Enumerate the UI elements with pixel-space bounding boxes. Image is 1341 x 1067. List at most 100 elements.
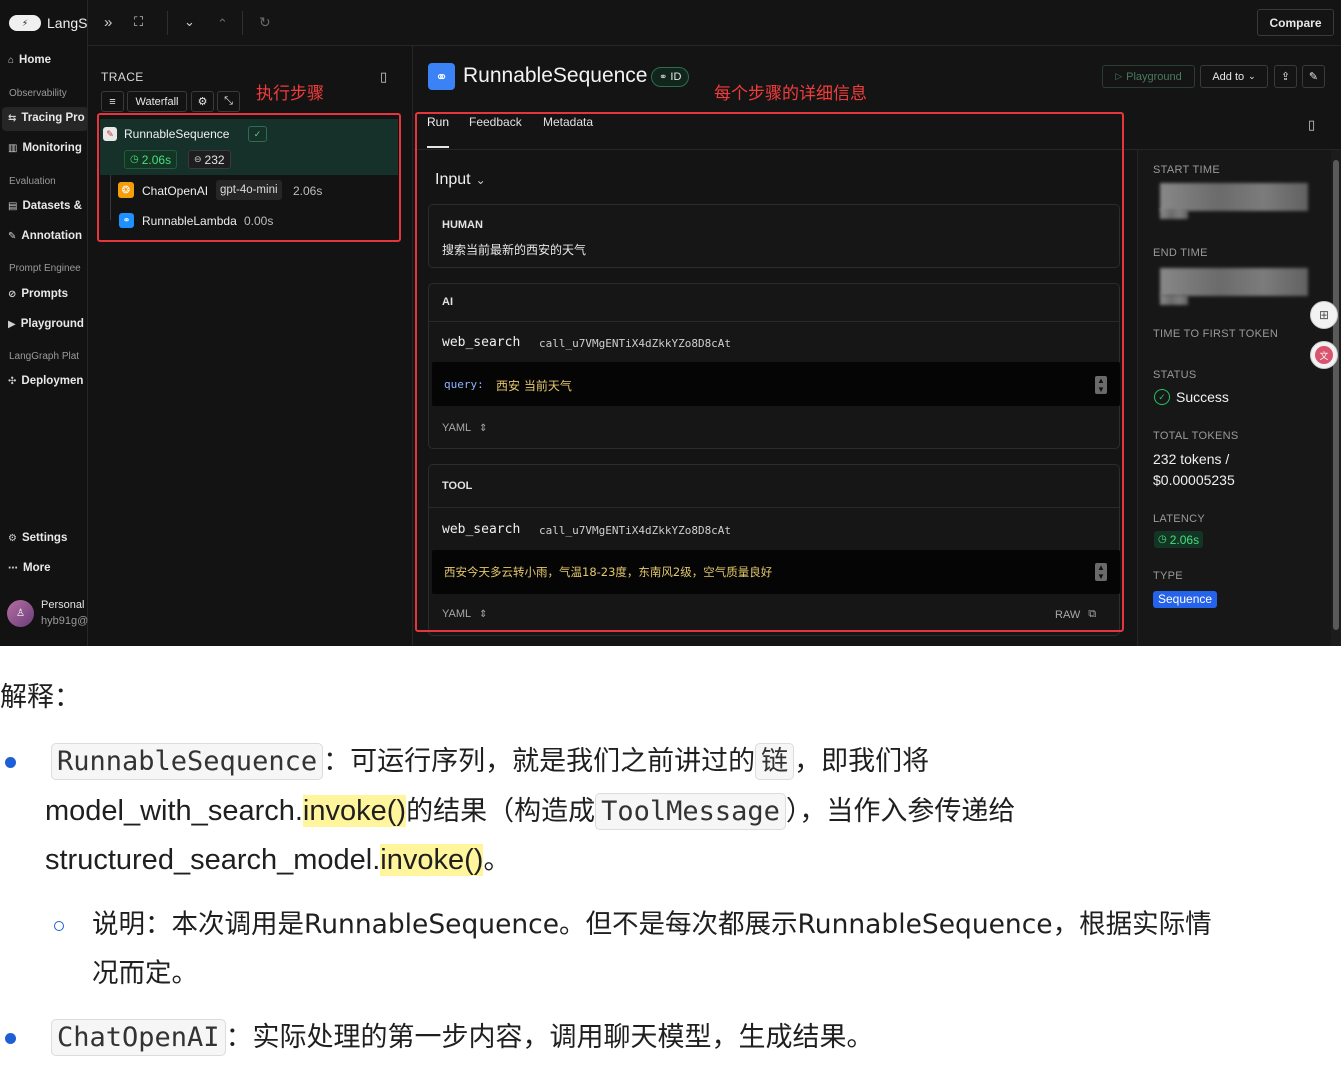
sidebar-item-label: Prompts — [21, 288, 69, 300]
add-to-button[interactable]: Add to ⌄ — [1200, 65, 1268, 88]
waterfall-button[interactable]: Waterfall — [127, 91, 187, 112]
sub-bullet-circle — [54, 921, 64, 931]
inline-code: RunnableSequence — [51, 743, 324, 780]
toggle-panel-icon[interactable]: ▯ — [1308, 117, 1315, 133]
run-type-icon: ⚭ — [428, 63, 455, 90]
sidebar-section-prompt-engineering: Prompt Enginee — [9, 263, 81, 274]
chevron-down-icon: ⌄ — [1248, 71, 1256, 81]
sidebar-item-tracing[interactable]: ⇆ Tracing Pro — [8, 112, 88, 124]
ttft-label: TIME TO FIRST TOKEN — [1153, 328, 1279, 340]
end-time-value-redacted — [1160, 268, 1308, 296]
brand-name: LangS — [47, 15, 88, 31]
bullet-2-line-1: ChatOpenAI ：实际处理的第一步内容，调用聊天模型，生成结果。 — [51, 1019, 874, 1056]
floating-translate-button[interactable]: 文 — [1310, 341, 1338, 369]
more-icon: ⋯ — [8, 562, 18, 574]
annotation-box-steps — [97, 113, 401, 242]
type-label: TYPE — [1153, 570, 1183, 582]
sidebar-item-label: Playground — [20, 318, 84, 330]
logo-mark-icon: ⚡ — [21, 17, 29, 28]
refresh-icon[interactable]: ↻ — [259, 14, 271, 31]
monitoring-icon: ▥ — [8, 142, 18, 154]
sidebar-section-langgraph: LangGraph Plat — [9, 351, 80, 362]
collapse-panel-icon[interactable]: ▯ — [380, 69, 387, 85]
filter-button[interactable]: ≡ — [101, 91, 124, 112]
id-button[interactable]: ⚭ ID — [651, 67, 690, 87]
end-time-value-redacted-2 — [1160, 295, 1188, 305]
toolbar-divider — [242, 11, 243, 35]
start-time-value-redacted-2 — [1160, 209, 1188, 219]
sidebar-item-label: More — [23, 562, 51, 574]
sidebar-item-playground[interactable]: ▶ Playground — [8, 318, 88, 330]
prompts-icon: ⊘ — [8, 288, 17, 300]
bullet-1-line-3: structured_search_model.invoke()。 — [45, 844, 511, 876]
avatar[interactable]: ♙ — [7, 600, 34, 627]
translate-icon: 文 — [1315, 346, 1333, 364]
sidebar-item-deployments[interactable]: ✣ Deploymen — [8, 375, 88, 387]
end-time-label: END TIME — [1153, 247, 1208, 259]
latency-meta-badge: ◷ 2.06s — [1154, 531, 1204, 548]
run-title: RunnableSequence — [463, 64, 648, 87]
settings-button[interactable]: ⚙ — [191, 91, 214, 112]
sub-bullet-line-1: 说明：本次调用是RunnableSequence。但不是每次都展示Runnabl… — [92, 909, 1212, 940]
deployments-icon: ✣ — [8, 375, 17, 387]
chevron-down-icon[interactable]: ⌄ — [184, 14, 195, 30]
sub-bullet-line-2: 况而定。 — [92, 958, 198, 989]
gear-icon: ⚙ — [197, 96, 208, 108]
gear-icon: ⚙ — [8, 532, 17, 544]
status-label: STATUS — [1153, 369, 1197, 381]
collapse-icon: ⤡ — [224, 95, 233, 107]
profile-handle: hyb91g@ — [41, 615, 88, 627]
sidebar-item-label: Settings — [21, 532, 68, 544]
trace-title: TRACE — [101, 70, 144, 84]
annotation-details: 每个步骤的详细信息 — [714, 84, 867, 104]
sidebar-item-more[interactable]: ⋯ More — [8, 562, 88, 574]
upload-icon: ⇪ — [1280, 71, 1291, 83]
check-circle-icon: ✓ — [1154, 389, 1170, 405]
collapse-all-button[interactable]: ⤡ — [217, 91, 240, 112]
sidebar-item-label: Tracing Pro — [21, 112, 85, 124]
annotation-steps: 执行步骤 — [256, 84, 324, 104]
annotation-icon: ✎ — [8, 230, 17, 242]
scrollbar-thumb[interactable] — [1333, 160, 1339, 630]
latency-label: LATENCY — [1153, 513, 1206, 525]
expand-sidebar-icon[interactable]: » — [104, 14, 112, 31]
link-icon: ⚭ — [659, 71, 668, 83]
profile-name: Personal — [41, 599, 85, 611]
inline-code: 链 — [755, 743, 795, 780]
id-label: ID — [670, 71, 682, 83]
logo[interactable]: ⚡ — [9, 15, 41, 31]
user-icon: ♙ — [16, 608, 25, 619]
playground-icon: ▶ — [8, 318, 16, 330]
sidebar-item-settings[interactable]: ⚙ Settings — [8, 532, 88, 544]
sidebar-item-label: Home — [19, 54, 51, 66]
pencil-icon: ✎ — [1308, 71, 1319, 83]
compare-button[interactable]: Compare — [1257, 9, 1334, 36]
playground-button[interactable]: ▷ Playground — [1102, 65, 1195, 88]
inline-code: ToolMessage — [595, 793, 786, 830]
edit-button[interactable]: ✎ — [1302, 65, 1325, 88]
sidebar-item-home[interactable]: ⌂ Home — [8, 54, 88, 66]
floating-qr-button[interactable]: ⊞ — [1310, 301, 1338, 329]
toolbar-divider — [167, 11, 168, 35]
total-tokens-value: 232 tokens / — [1153, 451, 1230, 467]
start-time-label: START TIME — [1153, 164, 1220, 176]
bullet-dot — [5, 757, 16, 768]
sidebar-item-label: Deploymen — [21, 375, 84, 387]
sidebar-section-evaluation: Evaluation — [9, 176, 56, 187]
sidebar-item-label: Datasets & — [22, 200, 82, 212]
annotation-box-details — [415, 112, 1124, 632]
top-bar — [88, 0, 1341, 46]
explanation-section: 解释： RunnableSequence ：可运行序列，就是我们之前讲过的链，即我… — [0, 646, 1341, 1067]
share-button[interactable]: ⇪ — [1274, 65, 1297, 88]
bullet-1-line-1: RunnableSequence ：可运行序列，就是我们之前讲过的链，即我们将 — [51, 743, 929, 780]
sidebar-item-datasets[interactable]: ▤ Datasets & — [8, 200, 88, 212]
explanation-heading: 解释： — [0, 682, 81, 713]
fullscreen-icon[interactable]: ⛶ — [134, 14, 143, 30]
home-icon: ⌂ — [8, 54, 15, 66]
sidebar-item-annotation[interactable]: ✎ Annotation — [8, 230, 88, 242]
sidebar-item-monitoring[interactable]: ▥ Monitoring — [8, 142, 88, 154]
clock-icon: ◷ — [1158, 534, 1167, 545]
sidebar-item-prompts[interactable]: ⊘ Prompts — [8, 288, 88, 300]
chevron-up-icon[interactable]: ⌃ — [217, 16, 228, 32]
sidebar-item-label: Monitoring — [22, 142, 82, 154]
